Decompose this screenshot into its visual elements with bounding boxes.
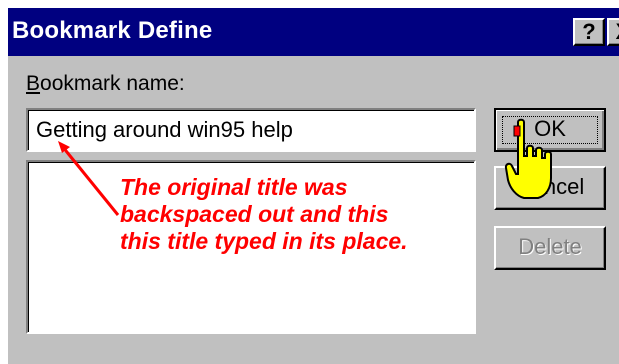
hand-pointer-icon xyxy=(504,118,552,199)
title-bar[interactable]: Bookmark Define ? X xyxy=(8,8,619,56)
bookmark-name-input[interactable] xyxy=(26,108,476,152)
window-title: Bookmark Define xyxy=(12,17,213,44)
help-button[interactable]: ? xyxy=(573,18,605,46)
page-margin-top xyxy=(0,0,619,8)
page-margin-left xyxy=(0,0,8,364)
close-button[interactable]: X xyxy=(607,18,619,46)
bookmark-name-label: Bookmark name: xyxy=(26,72,185,96)
annotation-line: backspaced out and this xyxy=(120,201,389,227)
mnemonic-letter: B xyxy=(26,72,41,95)
delete-label: Delete xyxy=(518,234,582,259)
delete-button[interactable]: Delete xyxy=(494,226,606,270)
annotation-line: this title typed in its place. xyxy=(120,228,408,254)
label-rest: ookmark name: xyxy=(40,72,185,95)
annotation-line: The original title was xyxy=(120,174,348,200)
annotation-text: The original title was backspaced out an… xyxy=(120,174,470,255)
